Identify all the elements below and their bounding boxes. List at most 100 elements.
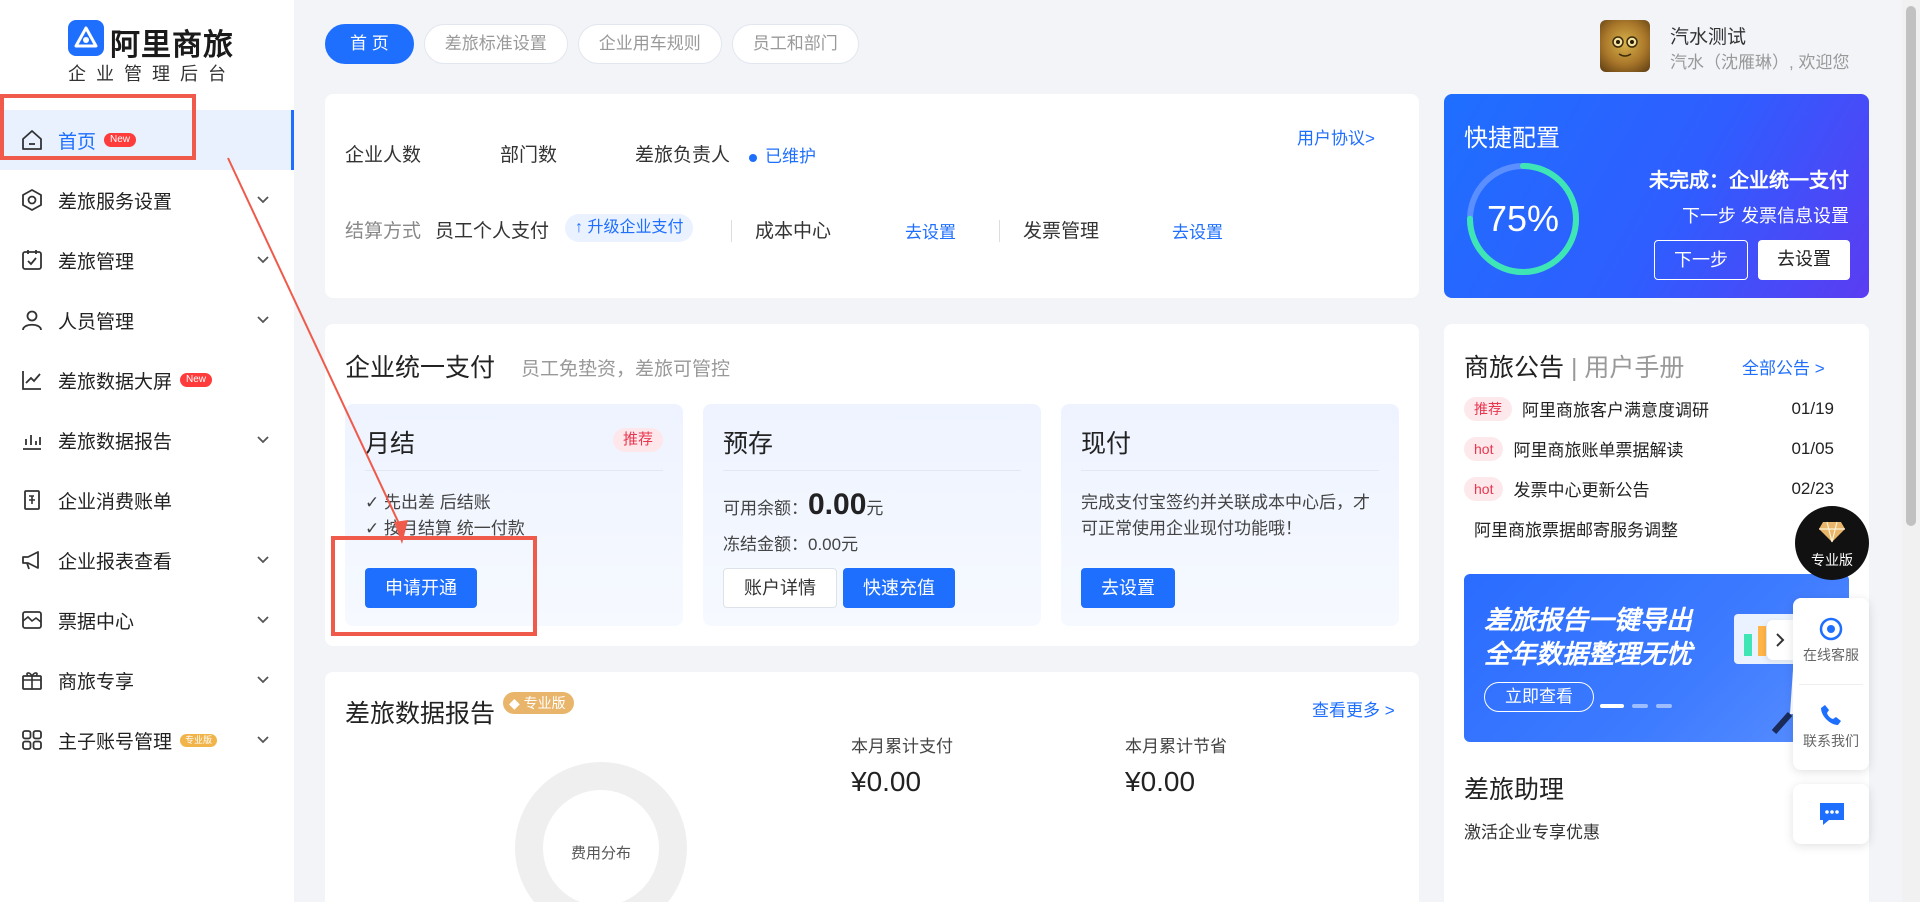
diamond-icon: ◆	[509, 695, 524, 711]
notice-item[interactable]: hot 阿里商旅账单票据解读 01/05	[1464, 436, 1844, 466]
balance-value: 0.00	[808, 488, 867, 521]
brand-mark-icon	[68, 20, 104, 56]
sidebar-item-travel-service-settings[interactable]: 差旅服务设置	[0, 170, 294, 230]
sidebar-item-label: 企业报表查看	[58, 551, 173, 573]
user-manual-link[interactable]: 用户手册	[1584, 354, 1684, 382]
carousel-dot[interactable]	[1632, 704, 1648, 708]
home-icon	[20, 128, 44, 152]
chevron-down-icon	[257, 616, 269, 624]
apply-open-button[interactable]: 申请开通	[365, 568, 477, 608]
quick-setup-button[interactable]: 去设置	[1758, 240, 1850, 280]
chevron-down-icon	[257, 316, 269, 324]
divider	[723, 470, 1021, 471]
divider	[999, 220, 1000, 242]
cash-title: 现付	[1081, 430, 1132, 458]
status-dot	[749, 153, 757, 162]
user-agreement-link[interactable]: 用户协议>	[1297, 124, 1375, 149]
pro-badge-label: 专业版	[523, 695, 566, 711]
notice-tag: hot	[1464, 476, 1504, 501]
trend-chart-icon	[20, 368, 44, 392]
sidebar-nav: 首页 New 差旅服务设置 差旅管理 人员管理 差旅数据大屏 New 差旅数据报…	[0, 110, 294, 770]
tab-travel-standards[interactable]: 差旅标准设置	[423, 24, 568, 64]
pro-version-float-button[interactable]: 专业版	[1795, 506, 1869, 580]
brand-logo[interactable]: 阿里商旅 企业管理后台	[68, 18, 258, 84]
contact-us-button[interactable]: 联系我们	[1793, 702, 1869, 751]
new-badge: New	[104, 133, 137, 147]
tab-car-rules[interactable]: 企业用车规则	[577, 24, 722, 64]
settlement-label: 结算方式	[345, 221, 422, 242]
divider	[365, 470, 663, 471]
next-step-button[interactable]: 下一步	[1654, 240, 1748, 280]
collapse-float-panel-button[interactable]	[1767, 620, 1793, 660]
tab-home[interactable]: 首 页	[325, 24, 414, 64]
sidebar-item-account-management[interactable]: 主子账号管理 专业版	[0, 710, 294, 770]
chevron-down-icon	[257, 436, 269, 444]
pro-badge: 专业版	[180, 733, 218, 747]
sidebar-item-label: 票据中心	[58, 611, 135, 633]
feature-item: ✓ 先出差 后结账	[365, 488, 491, 513]
unified-pay-title: 企业统一支付	[345, 354, 496, 382]
assistant-title: 差旅助理	[1464, 776, 1565, 804]
chat-float-button[interactable]	[1793, 784, 1869, 844]
unified-pay-card: 企业统一支付 员工免垫资，差旅可管控 月结 推荐 ✓ 先出差 后结账 ✓ 按月结…	[325, 324, 1419, 646]
tab-staff-departments[interactable]: 员工和部门	[731, 24, 859, 64]
user-profile[interactable]: 汽水测试 汽水（沈雁琳）, 欢迎您	[1600, 20, 1870, 74]
department-count-label: 部门数	[500, 145, 558, 166]
sidebar-item-home[interactable]: 首页 New	[0, 110, 294, 170]
prepaid-title: 预存	[723, 430, 774, 458]
chevron-down-icon	[257, 676, 269, 684]
cost-center-setup-link[interactable]: 去设置	[905, 218, 956, 243]
company-info-card: 企业人数 部门数 差旅负责人 已维护 用户协议> 结算方式 员工个人支付 ↑ 升…	[325, 94, 1419, 298]
settlement-value: 员工个人支付	[435, 221, 550, 242]
chat-bubble-icon	[1820, 803, 1844, 825]
chevron-down-icon	[257, 256, 269, 264]
sidebar-item-label: 人员管理	[58, 311, 135, 333]
divider	[1081, 470, 1379, 471]
cost-center-label: 成本中心	[755, 221, 832, 242]
avatar[interactable]	[1600, 20, 1650, 72]
progress-ring: 75%	[1464, 160, 1582, 278]
notice-item[interactable]: hot 发票中心更新公告 02/23	[1464, 476, 1844, 506]
notice-tag: 推荐	[1464, 396, 1512, 421]
all-notices-link[interactable]: 全部公告 >	[1742, 354, 1825, 379]
sidebar-item-report-view[interactable]: 企业报表查看	[0, 530, 294, 590]
quick-config-next-step: 下一步 发票信息设置	[1681, 206, 1849, 226]
sidebar-item-ticket-center[interactable]: 票据中心	[0, 590, 294, 650]
available-balance: 可用余额：0.00元	[723, 488, 883, 522]
carousel-dot[interactable]	[1656, 704, 1672, 708]
online-service-label: 在线客服	[1803, 647, 1859, 663]
sidebar-item-consumption-bill[interactable]: 企业消费账单	[0, 470, 294, 530]
view-more-link[interactable]: 查看更多 >	[1312, 696, 1395, 721]
balance-label: 可用余额：	[723, 499, 808, 518]
assistant-subtitle[interactable]: 激活企业专享优惠	[1464, 818, 1600, 843]
manager-status-link[interactable]: 已维护	[749, 142, 816, 167]
banner-subheadline: 全年数据整理无忧	[1484, 639, 1693, 669]
sidebar-item-exclusive[interactable]: 商旅专享	[0, 650, 294, 710]
notice-title-text[interactable]: 商旅公告	[1464, 354, 1564, 382]
megaphone-icon	[20, 548, 44, 572]
progress-percent: 75%	[1486, 198, 1560, 239]
cash-setup-button[interactable]: 去设置	[1081, 568, 1175, 608]
check-icon: ✓	[365, 519, 384, 538]
sidebar-item-travel-management[interactable]: 差旅管理	[0, 230, 294, 290]
hexagon-settings-icon	[20, 188, 44, 212]
notice-date: 01/05	[1791, 439, 1834, 458]
bill-icon	[20, 488, 44, 512]
account-detail-button[interactable]: 账户详情	[723, 568, 837, 608]
quick-recharge-button[interactable]: 快速充值	[843, 568, 955, 608]
sidebar-item-label: 差旅数据大屏	[58, 371, 173, 393]
view-now-button[interactable]: 立即查看	[1484, 682, 1594, 712]
notice-item[interactable]: 推荐 阿里商旅客户满意度调研 01/19	[1464, 396, 1844, 426]
sidebar-item-data-report[interactable]: 差旅数据报告	[0, 410, 294, 470]
chevron-down-icon	[257, 736, 269, 744]
service-float-panel: 在线客服 联系我们	[1793, 598, 1869, 770]
sidebar-item-data-screen[interactable]: 差旅数据大屏 New	[0, 350, 294, 410]
page-scrollbar[interactable]	[1902, 0, 1920, 902]
sidebar-item-personnel[interactable]: 人员管理	[0, 290, 294, 350]
new-badge: New	[180, 373, 213, 387]
upgrade-enterprise-pay-button[interactable]: ↑ 升级企业支付	[565, 214, 694, 242]
carousel-dot-active[interactable]	[1600, 704, 1624, 708]
online-service-button[interactable]: 在线客服	[1793, 616, 1869, 665]
scrollbar-thumb[interactable]	[1906, 6, 1916, 526]
invoice-setup-link[interactable]: 去设置	[1172, 218, 1223, 243]
